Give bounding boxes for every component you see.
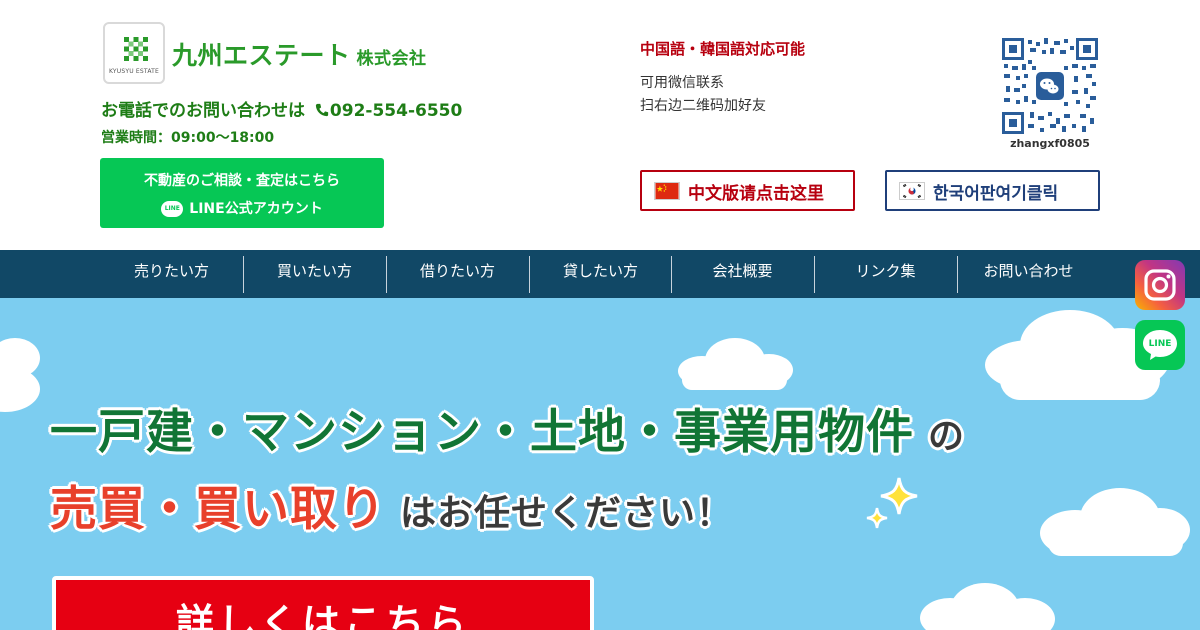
line-badge-icon: LINE [161, 201, 184, 217]
logo-diamond-icon [124, 37, 148, 61]
hero-banner: 一戸建・マンション・土地・事業用物件の 売買・買い取り はお任せください！ 詳しく… [0, 298, 1200, 630]
nav-item-rent[interactable]: 借りたい方 [386, 250, 529, 298]
nav-item-company[interactable]: 会社概要 [671, 250, 814, 298]
wechat-qr-code [1002, 38, 1098, 134]
headline-particle: の [928, 416, 966, 457]
phone-number[interactable]: 092-554-6550 [330, 101, 462, 121]
nav-item-lease[interactable]: 貸したい方 [529, 250, 672, 298]
korean-version-button[interactable]: 한국어판여기클릭 [885, 170, 1100, 211]
wechat-info-line2: 扫右边二维码加好友 [640, 98, 766, 114]
details-button-label: 詳しくはこちら [175, 601, 470, 630]
headline-closing: はお任せください！ [400, 493, 734, 534]
instagram-button[interactable] [1135, 260, 1185, 310]
korea-flag-icon [899, 182, 925, 200]
nav-item-links[interactable]: リンク集 [814, 250, 957, 298]
line-icon-label: LINE [1148, 339, 1172, 349]
korean-version-label: 한국어판여기클릭 [933, 184, 1059, 204]
consult-button-title: 不動産のご相談・査定はこちら [144, 173, 340, 189]
wechat-id: zhangxf0805 [1010, 137, 1090, 150]
china-flag-icon [654, 182, 680, 200]
company-name-suffix: 株式会社 [356, 49, 427, 69]
wechat-info-line1: 可用微信联系 [640, 75, 724, 91]
nav-item-sell[interactable]: 売りたい方 [100, 250, 243, 298]
chinese-version-label: 中文版请点击这里 [688, 184, 824, 204]
line-button[interactable]: LINE [1135, 320, 1185, 370]
chinese-version-button[interactable]: 中文版请点击这里 [640, 170, 855, 211]
details-button[interactable]: 詳しくはこちら [52, 576, 594, 630]
phone-contact: お電話でのお問い合わせは 092-554-6550 [101, 96, 462, 121]
consult-button-subtitle: LINE LINE公式アカウント [100, 198, 384, 218]
business-hours: 営業時間：09:00～18:00 [101, 130, 275, 146]
company-name[interactable]: 九州エステート 株式会社 [172, 36, 427, 72]
main-nav: 売りたい方 買いたい方 借りたい方 貸したい方 会社概要 リンク集 お問い合わせ [0, 250, 1200, 298]
hero-headline-line2: 売買・買い取り はお任せください！ [50, 470, 733, 539]
language-support-title: 中国語・韓国語対応可能 [640, 40, 806, 58]
hero-headline-line1: 一戸建・マンション・土地・事業用物件の [50, 393, 965, 462]
logo-subtext: KYUSYU ESTATE [108, 68, 160, 75]
nav-item-contact[interactable]: お問い合わせ [957, 250, 1100, 298]
phone-icon [315, 103, 329, 117]
line-consult-button[interactable]: 不動産のご相談・査定はこちら LINE LINE公式アカウント [100, 158, 384, 228]
nav-item-buy[interactable]: 買いたい方 [243, 250, 386, 298]
company-logo[interactable]: KYUSYU ESTATE [103, 22, 165, 84]
phone-label: お電話でのお問い合わせは [101, 101, 305, 121]
service-types: 売買・買い取り [50, 482, 386, 537]
company-name-main: 九州エステート [172, 41, 351, 70]
line-account-label: LINE公式アカウント [189, 201, 323, 217]
instagram-icon [1144, 269, 1176, 301]
sparkle-icon [866, 477, 918, 529]
site-header: KYUSYU ESTATE 九州エステート 株式会社 お電話でのお問い合わせは 0… [0, 0, 1200, 250]
property-types: 一戸建・マンション・土地・事業用物件 [50, 405, 914, 460]
